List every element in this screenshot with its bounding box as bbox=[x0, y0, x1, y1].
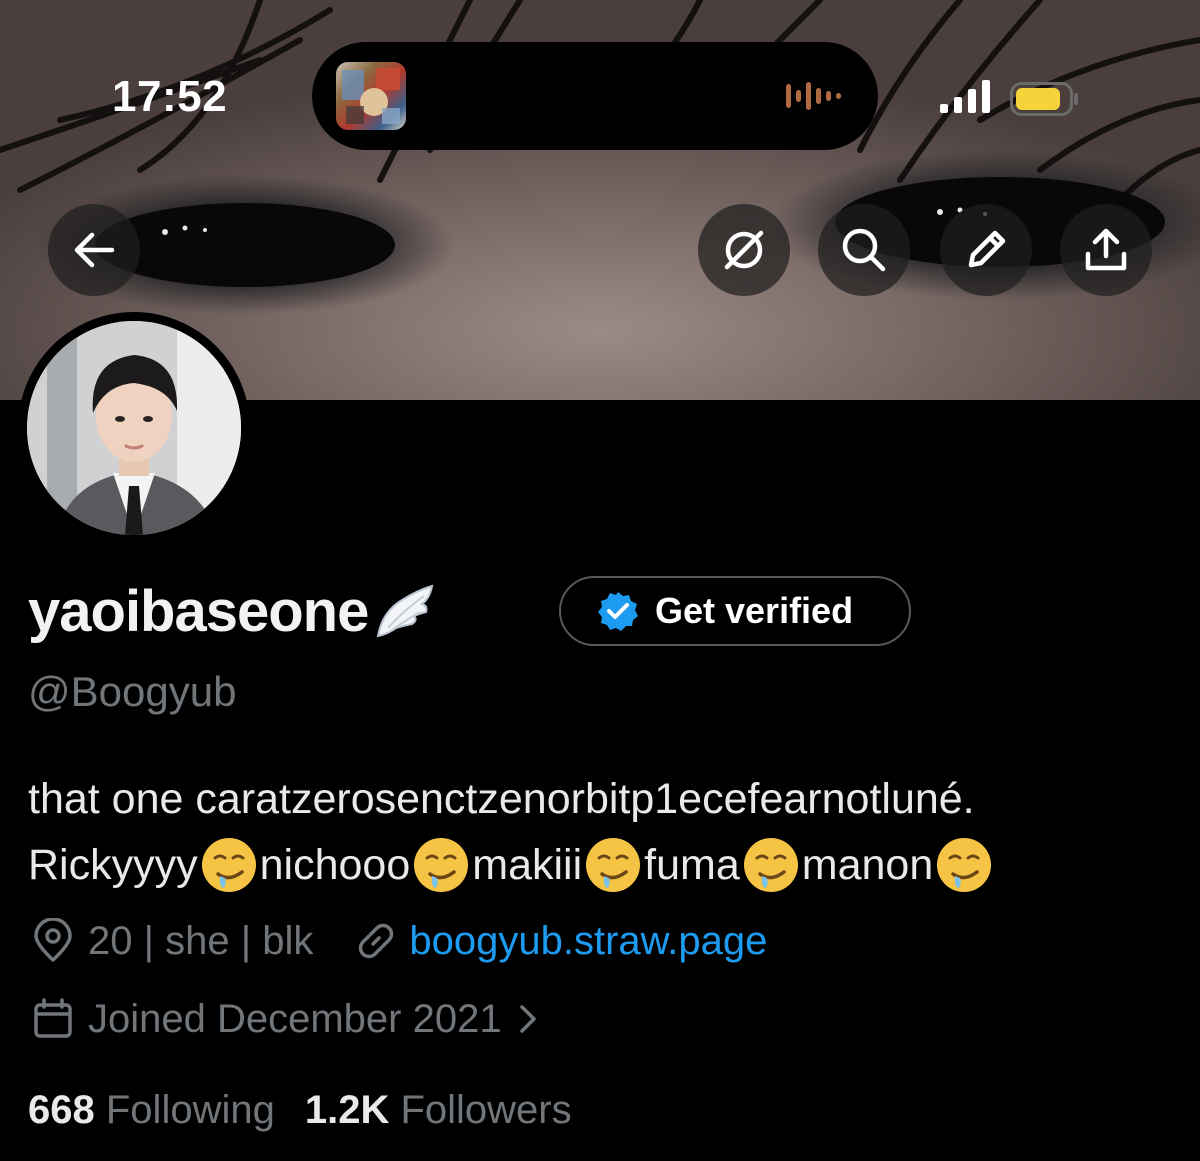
calendar-icon bbox=[34, 998, 72, 1038]
joined-row[interactable]: Joined December 2021 bbox=[30, 996, 542, 1042]
bio-name-3: makiii bbox=[472, 841, 583, 889]
bio-name-2: nichooo bbox=[259, 841, 411, 889]
bio-line-1: that one caratzerosenctzenorbitp1ecefear… bbox=[28, 775, 975, 823]
drooling-face-emoji-icon bbox=[743, 838, 798, 892]
drooling-face-emoji-icon bbox=[937, 838, 992, 892]
drooling-face-emoji-icon bbox=[586, 838, 641, 892]
joined-text: Joined December 2021 bbox=[88, 996, 502, 1041]
search-icon bbox=[842, 228, 886, 272]
bio-line-2: Rickyyyy nichooo makiii fuma manon bbox=[28, 832, 1188, 898]
get-verified-label: Get verified bbox=[655, 590, 854, 631]
link-icon bbox=[359, 923, 394, 959]
followers-stat[interactable]: 1.2K Followers bbox=[305, 1088, 572, 1133]
drooling-face-emoji-icon bbox=[414, 838, 469, 892]
following-label: Following bbox=[105, 1088, 275, 1132]
website-link[interactable]: boogyub.straw.page bbox=[409, 919, 767, 964]
bio: that one caratzerosenctzenorbitp1ecefear… bbox=[28, 766, 1188, 898]
now-playing-artwork bbox=[336, 62, 406, 130]
share-icon bbox=[1085, 228, 1127, 271]
profile-meta-row: 20 | she | blk boogyub.straw.page bbox=[30, 918, 767, 964]
avatar[interactable] bbox=[27, 321, 241, 535]
share-button[interactable] bbox=[1060, 204, 1152, 296]
pen-icon bbox=[968, 230, 1006, 268]
display-name-text: yaoibaseone bbox=[28, 579, 369, 644]
following-stat[interactable]: 668 Following bbox=[28, 1088, 275, 1133]
followers-count: 1.2K bbox=[304, 1088, 390, 1132]
chevron-right-icon bbox=[519, 1005, 536, 1033]
wing-icon bbox=[377, 584, 434, 637]
search-button[interactable] bbox=[818, 204, 910, 296]
audio-waveform-icon bbox=[786, 82, 841, 110]
following-count: 668 bbox=[28, 1088, 95, 1132]
location-pin-icon bbox=[34, 918, 72, 962]
drooling-face-emoji-icon bbox=[201, 838, 256, 892]
battery-icon bbox=[1010, 82, 1078, 116]
edit-button[interactable] bbox=[940, 204, 1032, 296]
get-verified-button[interactable]: Get verified bbox=[559, 576, 911, 646]
bio-name-5: manon bbox=[801, 841, 934, 889]
dynamic-island[interactable] bbox=[312, 42, 878, 150]
bio-name-1: Rickyyyy bbox=[28, 841, 198, 889]
follow-stats: 668 Following 1.2K Followers bbox=[28, 1088, 572, 1133]
user-handle: @Boogyub bbox=[28, 668, 237, 715]
back-button[interactable] bbox=[48, 204, 140, 296]
arrow-left-icon bbox=[74, 232, 115, 268]
bio-name-4: fuma bbox=[644, 841, 740, 889]
location-text: 20 | she | blk bbox=[88, 918, 314, 963]
explore-off-icon bbox=[724, 230, 764, 270]
status-time: 17:52 bbox=[112, 72, 228, 121]
cellular-signal-icon bbox=[940, 80, 990, 113]
display-name: yaoibaseone bbox=[28, 578, 436, 645]
verified-badge-icon bbox=[598, 592, 638, 631]
explore-off-button[interactable] bbox=[698, 204, 790, 296]
followers-label: Followers bbox=[400, 1088, 572, 1132]
